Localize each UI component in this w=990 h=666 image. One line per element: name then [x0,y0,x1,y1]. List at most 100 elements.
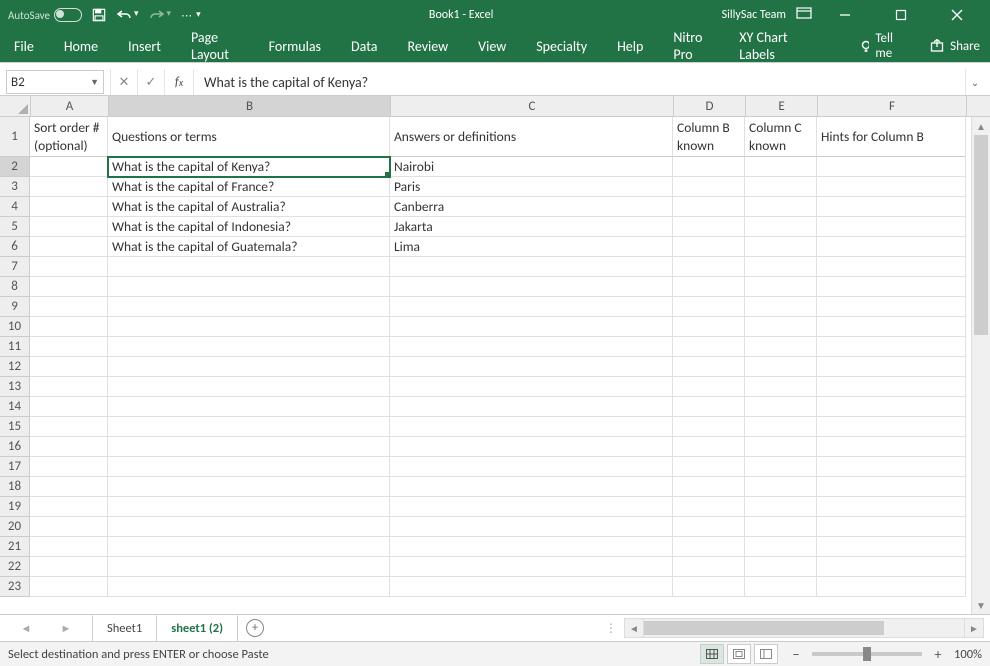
cell-E19[interactable] [745,497,817,517]
accept-formula-icon[interactable]: ✓ [138,69,165,95]
row-header-17[interactable]: 17 [0,457,30,477]
qat-customize-icon[interactable]: ⋯▾ [181,9,201,22]
cell-A6[interactable] [30,237,108,257]
cell-B4[interactable]: What is the capital of Australia? [108,197,390,217]
cell-B14[interactable] [108,397,390,417]
cell-A15[interactable] [30,417,108,437]
sheet-nav-prev-icon[interactable]: ◄ [21,622,32,635]
cell-B2[interactable]: What is the capital of Kenya? [108,157,390,177]
cell-A14[interactable] [30,397,108,417]
cell-F1[interactable]: Hints for Column B [817,117,966,157]
cell-F14[interactable] [817,397,966,417]
cell-C19[interactable] [390,497,673,517]
cell-C11[interactable] [390,337,673,357]
fx-icon[interactable]: fx [165,69,194,95]
cell-C22[interactable] [390,557,673,577]
cell-E12[interactable] [745,357,817,377]
cell-A3[interactable] [30,177,108,197]
cell-B3[interactable]: What is the capital of France? [108,177,390,197]
cell-B17[interactable] [108,457,390,477]
cell-E16[interactable] [745,437,817,457]
sheet-tab-sheet1[interactable]: Sheet1 [92,615,157,641]
cell-D19[interactable] [673,497,745,517]
cell-E10[interactable] [745,317,817,337]
cell-A19[interactable] [30,497,108,517]
cell-C10[interactable] [390,317,673,337]
cell-C7[interactable] [390,257,673,277]
cell-F2[interactable] [817,157,966,177]
horizontal-scrollbar-thumb[interactable] [644,621,884,635]
cell-C2[interactable]: Nairobi [390,157,673,177]
zoom-slider[interactable] [812,652,922,656]
cell-D4[interactable] [673,197,745,217]
new-sheet-button[interactable]: + [238,619,272,637]
cell-A17[interactable] [30,457,108,477]
cell-F8[interactable] [817,277,966,297]
row-header-12[interactable]: 12 [0,357,30,377]
row-header-20[interactable]: 20 [0,517,30,537]
cell-A4[interactable] [30,197,108,217]
cell-B13[interactable] [108,377,390,397]
row-header-22[interactable]: 22 [0,557,30,577]
row-header-2[interactable]: 2 [0,157,30,177]
cell-A7[interactable] [30,257,108,277]
cell-A9[interactable] [30,297,108,317]
cell-A10[interactable] [30,317,108,337]
redo-icon[interactable]: ▾ [149,8,172,22]
select-all-corner[interactable] [0,96,31,116]
zoom-level[interactable]: 100% [954,647,982,662]
cell-F17[interactable] [817,457,966,477]
column-header-c[interactable]: C [391,96,674,116]
cell-C14[interactable] [390,397,673,417]
formula-input[interactable]: What is the capital of Kenya? [194,69,965,95]
cell-A18[interactable] [30,477,108,497]
cell-F21[interactable] [817,537,966,557]
cell-B15[interactable] [108,417,390,437]
cell-E8[interactable] [745,277,817,297]
cell-A8[interactable] [30,277,108,297]
row-header-3[interactable]: 3 [0,177,30,197]
cell-E6[interactable] [745,237,817,257]
cell-B8[interactable] [108,277,390,297]
cell-C15[interactable] [390,417,673,437]
save-icon[interactable] [92,8,106,22]
cell-A1[interactable]: Sort order # (optional) [30,117,108,157]
cell-C1[interactable]: Answers or definitions [390,117,673,157]
cell-D9[interactable] [673,297,745,317]
cell-E22[interactable] [745,557,817,577]
cell-B18[interactable] [108,477,390,497]
cell-D1[interactable]: Column B known [673,117,745,157]
vertical-scrollbar-thumb[interactable] [974,135,988,335]
cell-C6[interactable]: Lima [390,237,673,257]
cell-B19[interactable] [108,497,390,517]
row-header-9[interactable]: 9 [0,297,30,317]
cell-A11[interactable] [30,337,108,357]
cell-E17[interactable] [745,457,817,477]
cell-D6[interactable] [673,237,745,257]
cell-B6[interactable]: What is the capital of Guatemala? [108,237,390,257]
cell-D8[interactable] [673,277,745,297]
cell-B22[interactable] [108,557,390,577]
row-header-6[interactable]: 6 [0,237,30,257]
cell-E2[interactable] [745,157,817,177]
cell-B10[interactable] [108,317,390,337]
cell-E18[interactable] [745,477,817,497]
cell-F23[interactable] [817,577,966,597]
cell-D21[interactable] [673,537,745,557]
cell-F6[interactable] [817,237,966,257]
cell-B16[interactable] [108,437,390,457]
cell-B20[interactable] [108,517,390,537]
ribbon-display-icon[interactable] [796,7,812,23]
cell-D16[interactable] [673,437,745,457]
sheet-nav[interactable]: ◄ ► [0,622,92,635]
cell-A20[interactable] [30,517,108,537]
cell-F11[interactable] [817,337,966,357]
cell-E13[interactable] [745,377,817,397]
cell-A16[interactable] [30,437,108,457]
minimize-button[interactable] [822,0,868,30]
cell-D23[interactable] [673,577,745,597]
column-header-f[interactable]: F [818,96,967,116]
account-name[interactable]: SillySac Team [722,8,786,22]
cell-D22[interactable] [673,557,745,577]
cell-C13[interactable] [390,377,673,397]
